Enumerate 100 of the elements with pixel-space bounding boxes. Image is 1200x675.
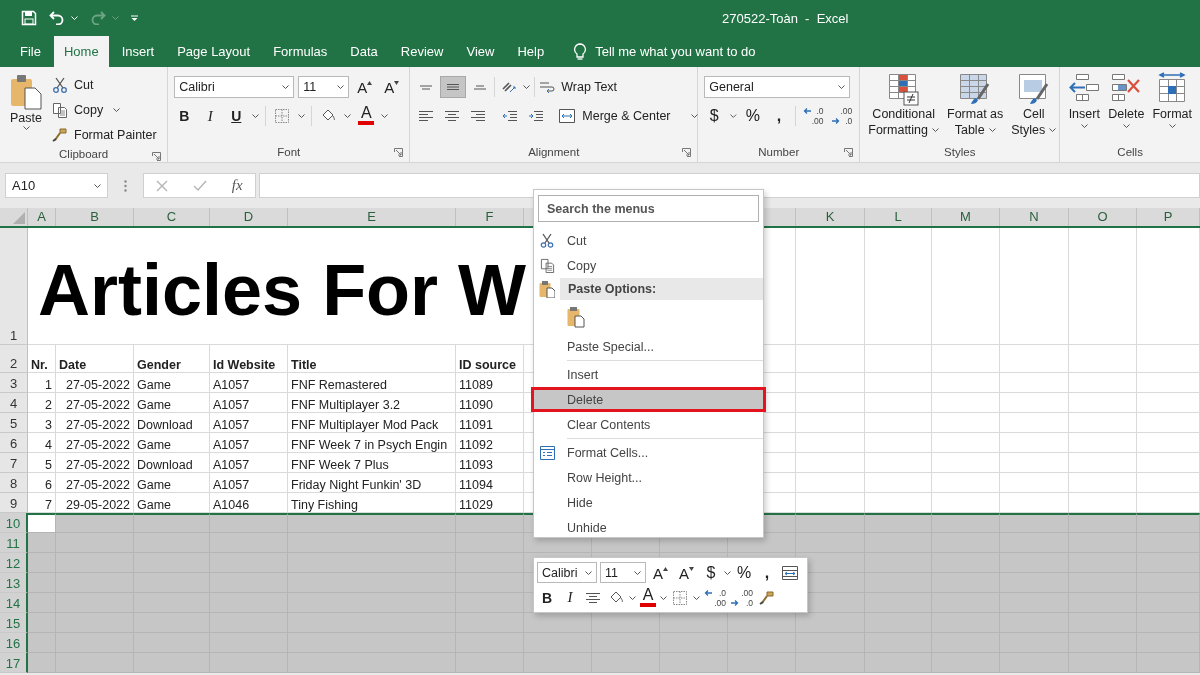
menu-item[interactable]: Format Cells...: [534, 440, 763, 465]
grow-font-button[interactable]: A: [353, 76, 377, 98]
row-header[interactable]: 17: [0, 653, 28, 673]
row-header[interactable]: 16: [0, 633, 28, 653]
dialog-launcher-icon[interactable]: [394, 148, 404, 157]
formula-input[interactable]: [259, 173, 1200, 198]
bold-button[interactable]: B: [537, 586, 557, 609]
row-header[interactable]: 14: [0, 593, 28, 613]
row-header[interactable]: 15: [0, 613, 28, 633]
customize-icon[interactable]: [131, 14, 138, 22]
row-header[interactable]: 5: [0, 413, 28, 433]
wrap-text-button[interactable]: Wrap Text: [539, 76, 618, 98]
ribbon-tab[interactable]: Data: [340, 36, 388, 67]
row-header[interactable]: 12: [0, 553, 28, 573]
row-header[interactable]: 3: [0, 373, 28, 393]
ribbon-tab[interactable]: Formulas: [263, 36, 338, 67]
table-styles-button[interactable]: Format as Table: [945, 72, 1006, 142]
ribbon-tab[interactable]: Home: [53, 36, 109, 67]
dialog-launcher-icon[interactable]: [152, 152, 162, 161]
undo-icon[interactable]: [49, 11, 65, 25]
paste-button[interactable]: Paste: [6, 72, 46, 146]
row-header[interactable]: 1: [0, 228, 28, 345]
column-header[interactable]: E: [288, 208, 456, 226]
font-color-button[interactable]: A: [357, 105, 376, 127]
currency-button[interactable]: $: [701, 561, 722, 584]
column-header[interactable]: P: [1137, 208, 1200, 226]
font-name-field[interactable]: Calibri: [537, 562, 597, 583]
column-header[interactable]: D: [210, 208, 288, 226]
name-box[interactable]: A10: [5, 173, 108, 198]
cut-button[interactable]: Cut: [52, 74, 157, 96]
shrink-font-button[interactable]: A: [675, 561, 699, 584]
ribbon-tab[interactable]: Help: [507, 36, 555, 67]
font-size-field[interactable]: 11: [298, 76, 350, 98]
column-header[interactable]: F: [456, 208, 524, 226]
dialog-launcher-icon[interactable]: [682, 148, 692, 157]
row-header[interactable]: 8: [0, 473, 28, 493]
comma-style-button[interactable]: ,: [768, 105, 789, 127]
delete-cells-button[interactable]: Delete: [1106, 72, 1147, 142]
ribbon-tab[interactable]: Insert: [111, 36, 165, 67]
row-header[interactable]: 9: [0, 493, 28, 513]
grow-font-button[interactable]: A: [649, 561, 672, 584]
copy-button[interactable]: Copy: [52, 99, 157, 121]
ribbon-tab[interactable]: File: [10, 36, 51, 67]
row-header[interactable]: 2: [0, 345, 28, 373]
ribbon-tab[interactable]: Review: [390, 36, 454, 67]
save-icon[interactable]: [21, 10, 37, 26]
italic-button[interactable]: I: [200, 105, 221, 127]
column-header[interactable]: K: [796, 208, 865, 226]
dialog-launcher-icon[interactable]: [844, 148, 854, 157]
row-header[interactable]: 4: [0, 393, 28, 413]
drag-handle-icon[interactable]: [124, 179, 127, 192]
increase-decimal-button[interactable]: .0 .00: [801, 105, 825, 127]
caret-icon[interactable]: [71, 16, 78, 20]
increase-decimal-button[interactable]: .0 .00: [703, 586, 727, 609]
merge-center-button[interactable]: Merge & Center: [558, 105, 698, 127]
menu-item[interactable]: Hide: [534, 490, 763, 515]
row-header[interactable]: 11: [0, 533, 28, 553]
row-header[interactable]: 13: [0, 573, 28, 593]
menu-item[interactable]: Cut: [534, 228, 763, 253]
font-size-field[interactable]: 11: [600, 562, 646, 583]
row-header[interactable]: 7: [0, 453, 28, 473]
cell-styles-button[interactable]: Cell Styles: [1009, 72, 1059, 142]
menu-search-field[interactable]: Search the menus: [538, 195, 759, 222]
align-middle-button[interactable]: [440, 76, 467, 98]
column-header[interactable]: C: [134, 208, 210, 226]
menu-item[interactable]: Row Height...: [534, 465, 763, 490]
column-header[interactable]: O: [1069, 208, 1137, 226]
ribbon-tab[interactable]: Page Layout: [167, 36, 261, 67]
comma-style-button[interactable]: ,: [757, 561, 778, 584]
paste-option-button[interactable]: [567, 306, 585, 328]
menu-item[interactable]: Unhide: [534, 515, 763, 540]
ribbon-tab[interactable]: View: [456, 36, 505, 67]
column-header[interactable]: A: [28, 208, 56, 226]
font-color-button[interactable]: A: [639, 586, 657, 609]
column-header[interactable]: M: [932, 208, 1000, 226]
menu-item[interactable]: Insert: [534, 362, 763, 387]
bold-button[interactable]: B: [174, 105, 195, 127]
menu-item[interactable]: Paste Special...: [534, 334, 763, 359]
percent-button[interactable]: %: [742, 105, 763, 127]
tell-me-search[interactable]: Tell me what you want to do: [573, 36, 756, 67]
menu-item[interactable]: Copy: [534, 253, 763, 278]
decrease-decimal-button[interactable]: .00 .0: [730, 586, 754, 609]
conditional-styles-button[interactable]: Conditional Formatting: [866, 72, 941, 142]
column-header[interactable]: N: [1000, 208, 1069, 226]
column-header[interactable]: B: [56, 208, 134, 226]
row-header[interactable]: 10: [0, 513, 28, 533]
format-painter-button[interactable]: Format Painter: [52, 124, 157, 146]
number-format-field[interactable]: General: [704, 76, 851, 98]
italic-button[interactable]: I: [560, 586, 580, 609]
shrink-font-button[interactable]: A: [380, 76, 404, 98]
column-header[interactable]: L: [865, 208, 932, 226]
row-header[interactable]: 6: [0, 433, 28, 453]
insert-function-button[interactable]: fx: [231, 177, 243, 194]
percent-button[interactable]: %: [734, 561, 755, 584]
menu-item[interactable]: Delete: [531, 387, 766, 412]
font-name-field[interactable]: Calibri: [174, 76, 295, 98]
insert-cells-button[interactable]: Insert: [1066, 72, 1103, 142]
underline-button[interactable]: U: [226, 105, 247, 127]
currency-button[interactable]: $: [704, 105, 725, 127]
menu-item[interactable]: Clear Contents: [534, 412, 763, 437]
